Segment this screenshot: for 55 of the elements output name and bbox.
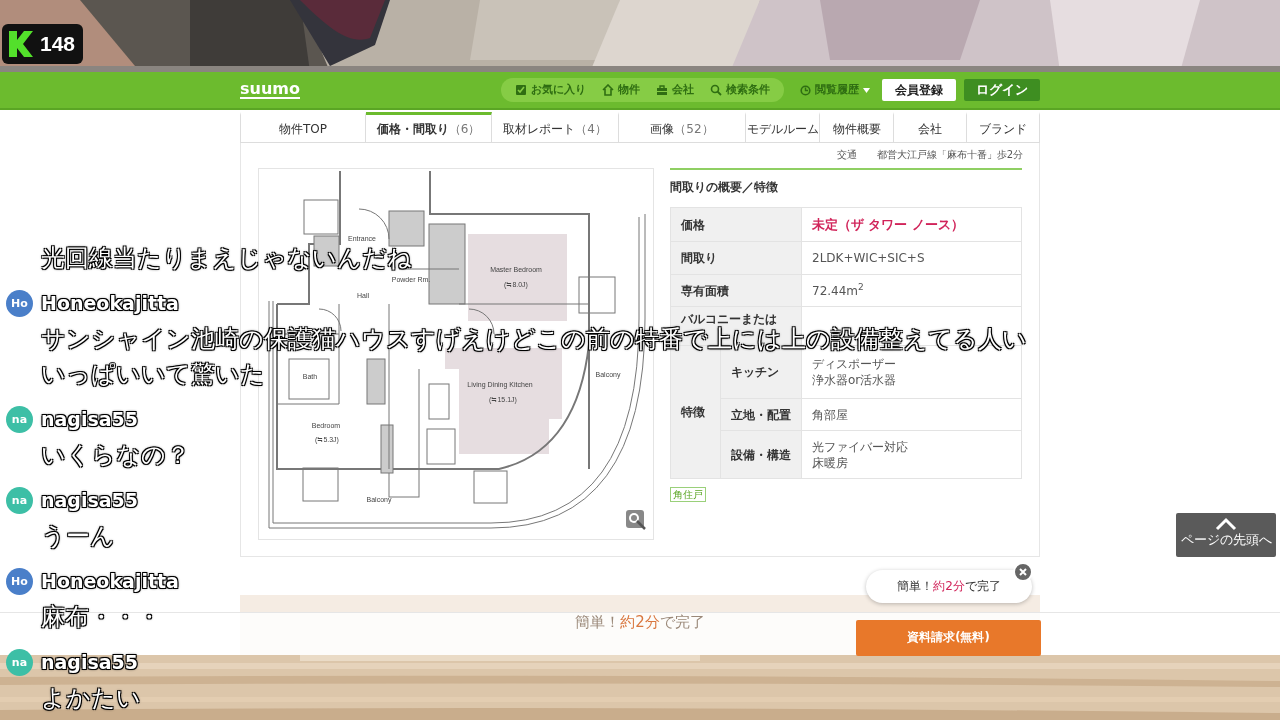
close-icon [1019,568,1027,576]
avatar: Ho [6,290,33,317]
chat-username: Honeokajitta [41,569,179,595]
avatar: na [6,406,33,433]
chat-message: いくらなの？ [41,441,190,469]
avatar: na [6,487,33,514]
chat-message: よかたい [41,684,141,712]
tab[interactable]: ブランド [967,112,1040,143]
row-value: 2LDK+WIC+SIC+S [801,241,1022,275]
tab[interactable]: 物件TOP [240,112,366,143]
chat-message: うーん [41,522,115,550]
chat-message: いっぱいいて驚いた [41,360,265,388]
row-label: 専有面積 [670,274,802,307]
tab[interactable]: 画像（52） [619,112,746,143]
k-logo-icon [8,30,34,58]
row-value: 角部屋 [812,406,849,423]
check-square-icon [515,84,527,96]
tab[interactable]: 会社 [894,112,967,143]
tab[interactable]: モデルルーム [746,112,820,143]
chat-username: nagisa55 [41,650,139,675]
login-button[interactable]: ログイン [964,79,1040,101]
avatar: Ho [6,568,33,595]
caret-icon [863,87,870,93]
row-value: 72.44m$^{2}$ [801,274,1022,307]
row-value: 浄水器or活水器 [812,372,898,388]
close-button[interactable] [1013,562,1033,582]
zoom-icon[interactable] [625,509,647,531]
row-label: 設備・構造 [720,430,802,479]
clock-icon [800,84,811,96]
viewer-count: 148 [40,31,76,58]
tag: 角住戸 [670,487,706,502]
search-icon [710,84,722,96]
chat-message: 麻布・・・ [41,603,161,631]
tab[interactable]: 取材レポート（4） [492,112,619,143]
popup-bubble: 簡単！約2分で完了 [866,570,1032,603]
chat-username: nagisa55 [41,488,139,514]
row-value: 床暖房 [812,454,849,471]
page-top-button[interactable]: ページの先頭へ [1176,513,1276,557]
chat-username: Honeokajitta [41,291,179,317]
row-value: ディスポーザー [812,356,897,372]
row-label: 価格 [670,207,802,242]
chat-username: nagisa55 [41,407,139,433]
house-icon [602,84,614,96]
row-label: 間取り [670,241,802,275]
banner-text: 簡単！約2分で完了 [575,612,705,633]
row-label: 立地・配置 [720,398,802,431]
briefcase-icon [656,84,668,96]
transit-info: 交通 都営大江戸線「麻布十番」歩2分 [835,148,1024,162]
chat-message: 光回線当たりまえじゃないんだね [41,244,412,272]
row-value: 未定（ザ タワー ノース） [801,207,1022,242]
register-button[interactable]: 会員登録 [882,79,956,101]
tab[interactable]: 物件概要 [820,112,894,143]
row-value: 光ファイバー対応 [812,438,909,455]
tab[interactable]: 価格・間取り（6） [366,112,492,143]
chevron-up-icon [1215,517,1237,531]
